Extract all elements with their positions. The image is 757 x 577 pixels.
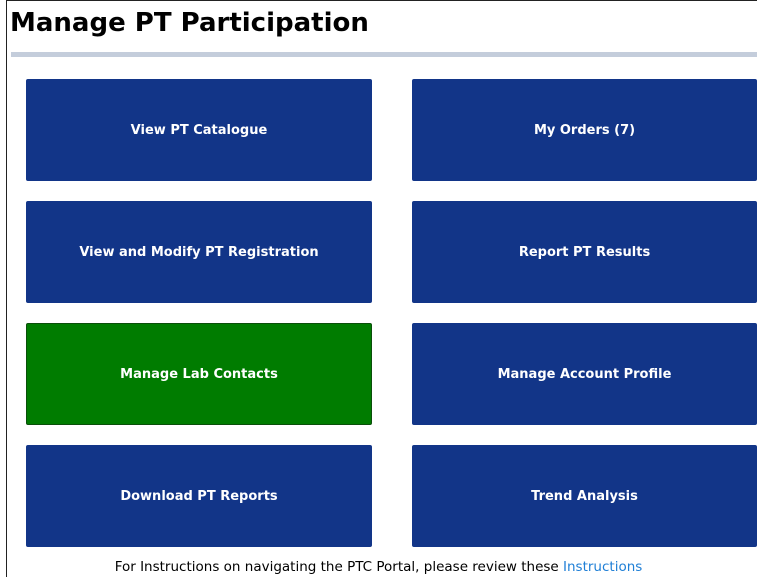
- download-pt-reports-button[interactable]: Download PT Reports: [26, 445, 372, 547]
- manage-lab-contacts-label: Manage Lab Contacts: [120, 366, 278, 382]
- title-divider: [11, 52, 757, 57]
- trend-analysis-button[interactable]: Trend Analysis: [412, 445, 757, 547]
- manage-account-profile-button[interactable]: Manage Account Profile: [412, 323, 757, 425]
- report-pt-results-button[interactable]: Report PT Results: [412, 201, 757, 303]
- report-pt-results-label: Report PT Results: [518, 244, 651, 260]
- trend-analysis-label: Trend Analysis: [531, 488, 638, 504]
- manage-account-profile-label: Manage Account Profile: [497, 366, 672, 382]
- my-orders-label: My Orders (7): [533, 122, 636, 138]
- my-orders-button[interactable]: My Orders (7): [412, 79, 757, 181]
- view-modify-pt-registration-button[interactable]: View and Modify PT Registration: [26, 201, 372, 303]
- manage-lab-contacts-button[interactable]: Manage Lab Contacts: [26, 323, 372, 425]
- page-title: Manage PT Participation: [10, 8, 369, 38]
- download-pt-reports-label: Download PT Reports: [120, 488, 278, 504]
- view-pt-catalogue-button[interactable]: View PT Catalogue: [26, 79, 372, 181]
- instructions-text: For Instructions on navigating the PTC P…: [114, 559, 559, 575]
- view-pt-catalogue-label: View PT Catalogue: [130, 122, 268, 138]
- instructions-link[interactable]: Instructions: [563, 559, 642, 575]
- instructions-footer: For Instructions on navigating the PTC P…: [0, 558, 757, 576]
- view-modify-pt-registration-label: View and Modify PT Registration: [79, 244, 319, 260]
